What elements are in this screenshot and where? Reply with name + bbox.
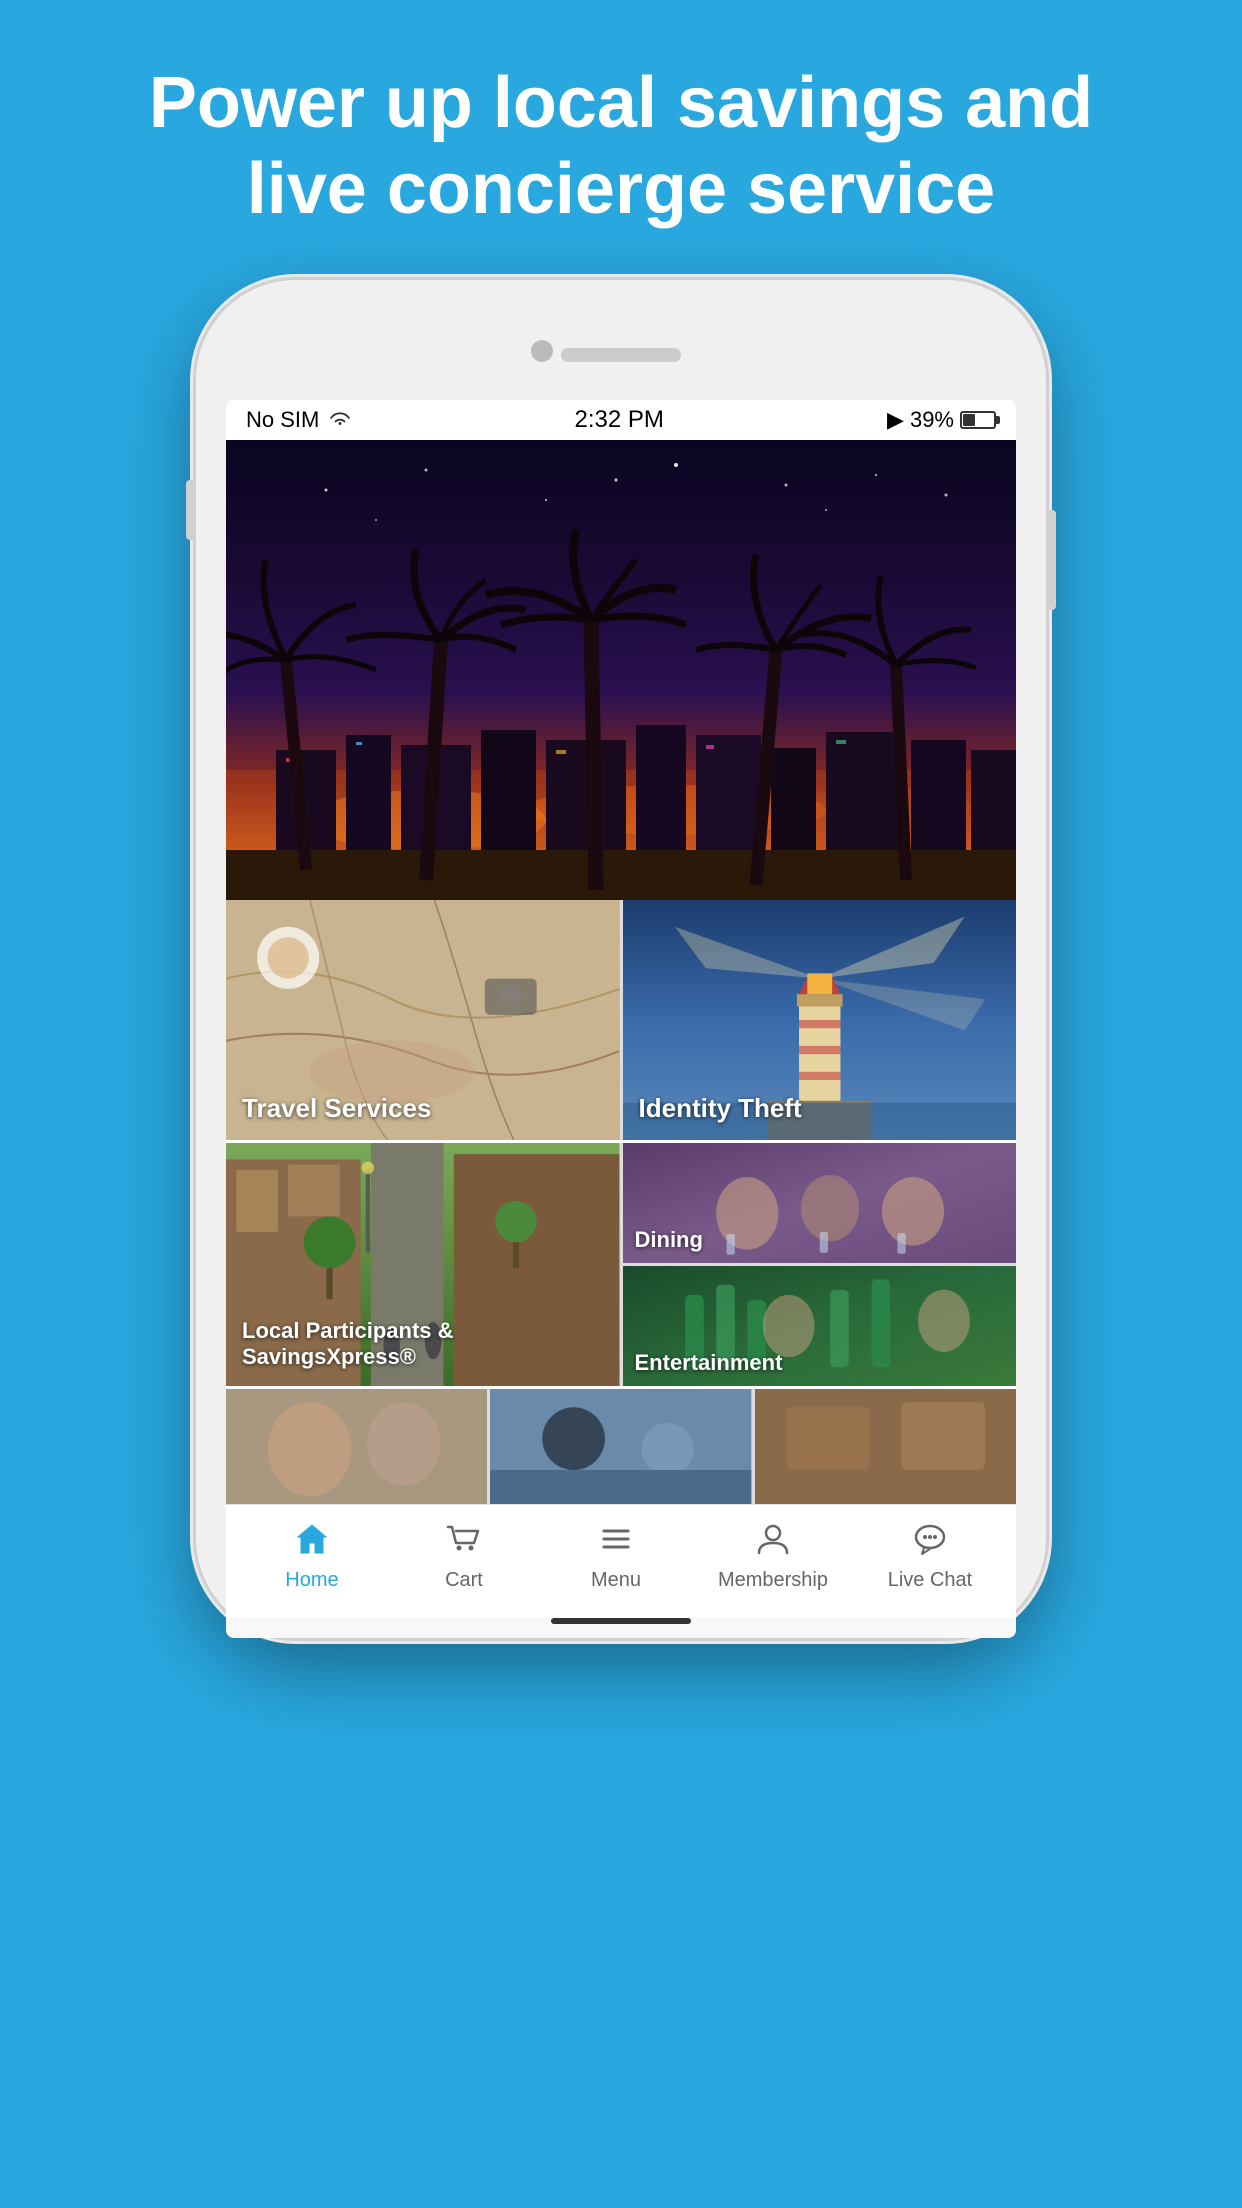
nav-item-home[interactable]: Home: [262, 1521, 362, 1592]
service-label-entertainment: Entertainment: [635, 1350, 783, 1376]
nav-item-cart[interactable]: Cart: [414, 1521, 514, 1592]
service-tile-dining[interactable]: Dining: [623, 1143, 1017, 1263]
home-icon: [294, 1521, 330, 1563]
nav-item-membership[interactable]: Membership: [718, 1521, 828, 1592]
livechat-icon: [912, 1521, 948, 1563]
services-right-stack: Dining: [623, 1143, 1017, 1386]
nav-label-membership: Membership: [718, 1569, 828, 1592]
header-title: Power up local savings and live concierg…: [0, 60, 1242, 233]
status-left: No SIM: [246, 407, 351, 433]
service-tile-partial3[interactable]: [755, 1389, 1016, 1504]
status-bar: No SIM 2:32 PM ▶ 39%: [226, 400, 1016, 440]
location-icon: ▶: [887, 407, 904, 433]
services-row2: Local Participants & SavingsXpress®: [226, 1143, 1016, 1386]
service-label-identity: Identity Theft: [639, 1093, 802, 1124]
services-row3: [226, 1389, 1016, 1504]
wifi-icon: [329, 407, 351, 433]
phone-screen: No SIM 2:32 PM ▶ 39%: [226, 400, 1016, 1638]
nav-label-livechat: Live Chat: [888, 1569, 973, 1592]
nav-item-menu[interactable]: Menu: [566, 1521, 666, 1592]
phone-top: [226, 330, 1016, 390]
phone-bottom-bar: [226, 1618, 1016, 1638]
membership-icon: [755, 1521, 791, 1563]
phone-shell: No SIM 2:32 PM ▶ 39%: [196, 280, 1046, 1638]
cart-icon: [446, 1521, 482, 1563]
service-label-dining: Dining: [635, 1227, 703, 1253]
service-tile-partial1[interactable]: [226, 1389, 487, 1504]
service-label-travel: Travel Services: [242, 1093, 431, 1124]
nav-label-menu: Menu: [591, 1569, 641, 1592]
service-tile-partial2[interactable]: [490, 1389, 751, 1504]
menu-icon: [598, 1521, 634, 1563]
phone-mockup: No SIM 2:32 PM ▶ 39%: [196, 280, 1046, 1638]
hero-image: [226, 440, 1016, 900]
service-tile-identity[interactable]: Identity Theft: [623, 900, 1017, 1140]
service-label-local: Local Participants & SavingsXpress®: [242, 1318, 620, 1370]
phone-camera: [531, 340, 553, 362]
nav-label-cart: Cart: [445, 1569, 483, 1592]
service-tile-travel[interactable]: Travel Services: [226, 900, 620, 1140]
carrier-label: No SIM: [246, 407, 319, 433]
nav-label-home: Home: [285, 1569, 338, 1592]
home-indicator: [551, 1618, 691, 1624]
battery-icon: [960, 411, 996, 429]
status-time: 2:32 PM: [575, 406, 664, 434]
phone-speaker: [561, 348, 681, 362]
bottom-nav: Home Cart: [226, 1504, 1016, 1612]
service-tile-entertainment[interactable]: Entertainment: [623, 1266, 1017, 1386]
status-right: ▶ 39%: [887, 407, 996, 433]
services-row1: Travel Services: [226, 900, 1016, 1140]
service-tile-local[interactable]: Local Participants & SavingsXpress®: [226, 1143, 620, 1386]
nav-item-livechat[interactable]: Live Chat: [880, 1521, 980, 1592]
battery-percent: 39%: [910, 407, 954, 433]
